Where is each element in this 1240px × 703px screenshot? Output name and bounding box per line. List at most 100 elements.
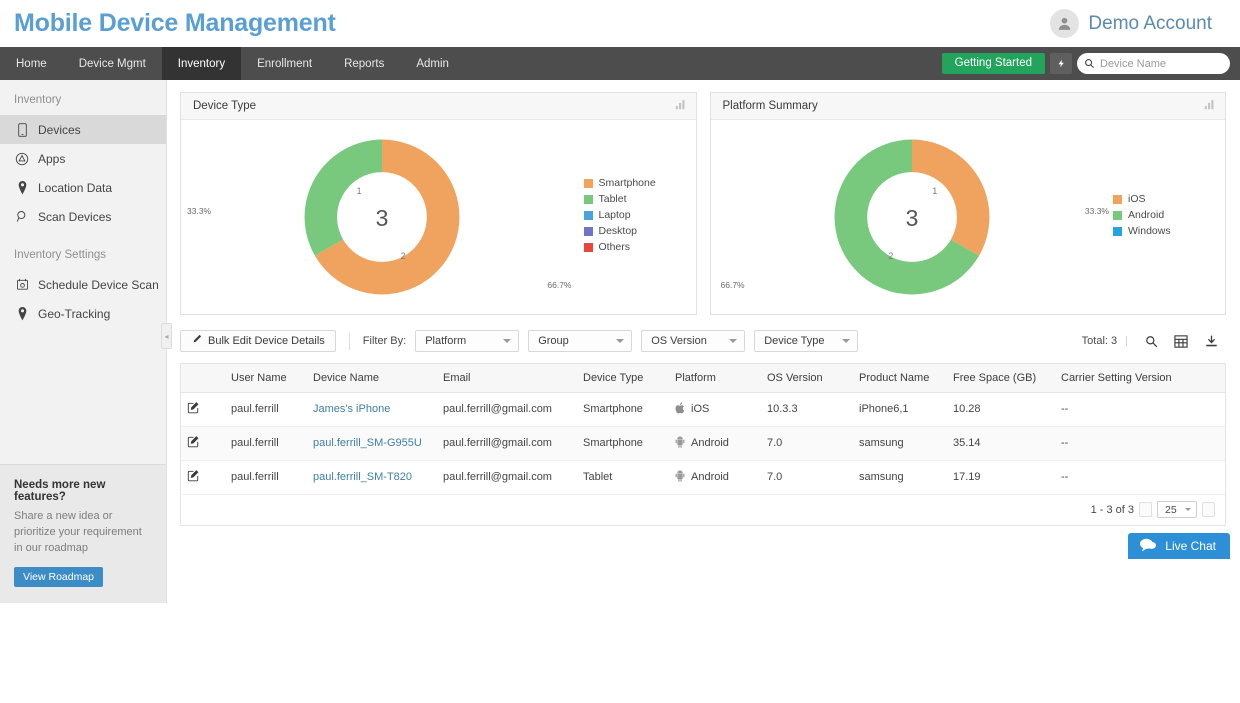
calendar-clock-icon: [15, 278, 29, 291]
sidebar-item-label: Apps: [38, 152, 65, 166]
view-roadmap-button[interactable]: View Roadmap: [14, 567, 103, 587]
bar-chart-icon[interactable]: [675, 97, 686, 115]
svg-text:3: 3: [376, 205, 389, 231]
sidebar-item-schedule-device-scan[interactable]: Schedule Device Scan: [0, 270, 166, 299]
sidebar-item-geo-tracking[interactable]: Geo-Tracking: [0, 299, 166, 328]
panel-title: Platform Summary: [723, 100, 818, 112]
th-user-name[interactable]: User Name: [225, 364, 307, 392]
search-icon[interactable]: [1136, 335, 1166, 348]
page-size-select[interactable]: 25: [1157, 501, 1197, 518]
th-device-type[interactable]: Device Type: [577, 364, 669, 392]
nav-item-admin[interactable]: Admin: [400, 47, 465, 80]
live-chat-button[interactable]: Live Chat: [1128, 533, 1230, 559]
table-row[interactable]: paul.ferrill paul.ferrill_SM-T820 paul.f…: [181, 460, 1225, 494]
cell-product-name: iPhone6,1: [853, 392, 947, 426]
filter-platform-value: Platform: [425, 335, 466, 347]
sidebar-item-scan-devices[interactable]: Scan Devices: [0, 202, 166, 231]
table-header-row: User Name Device Name Email Device Type …: [181, 364, 1225, 392]
prev-page-icon[interactable]: [1139, 502, 1152, 517]
getting-started-button[interactable]: Getting Started: [942, 53, 1045, 74]
sidebar-item-location-data[interactable]: Location Data: [0, 173, 166, 202]
apple-icon: [675, 402, 685, 417]
th-os-version[interactable]: OS Version: [761, 364, 853, 392]
edit-row-icon[interactable]: [187, 401, 200, 414]
filter-platform-select[interactable]: Platform: [415, 330, 519, 352]
nav-item-reports[interactable]: Reports: [328, 47, 400, 80]
platform-summary-panel-header: Platform Summary: [711, 93, 1226, 120]
legend-label: Desktop: [599, 225, 638, 237]
chevron-down-icon: [616, 339, 624, 343]
chevron-down-icon: [729, 339, 737, 343]
legend-label: Android: [1128, 209, 1164, 221]
sidebar-spacer: [0, 328, 166, 464]
legend-item[interactable]: Windows: [1113, 225, 1219, 237]
legend-label: Tablet: [599, 193, 627, 205]
cell-os-version: 10.3.3: [761, 392, 853, 426]
sidebar-item-apps[interactable]: Apps: [0, 144, 166, 173]
legend-item[interactable]: Tablet: [584, 193, 690, 205]
th-free-space[interactable]: Free Space (GB): [947, 364, 1055, 392]
filter-device-type-value: Device Type: [764, 335, 824, 347]
svg-text:2: 2: [888, 251, 893, 261]
search-input[interactable]: [1100, 58, 1222, 70]
svg-text:2: 2: [401, 251, 406, 261]
th-email[interactable]: Email: [437, 364, 577, 392]
legend-swatch: [584, 227, 593, 236]
bulk-edit-device-details-button[interactable]: Bulk Edit Device Details: [180, 330, 336, 352]
legend-item[interactable]: Smartphone: [584, 177, 690, 189]
filter-group-select[interactable]: Group: [528, 330, 632, 352]
cell-device-name[interactable]: paul.ferrill_SM-G955U: [307, 426, 437, 460]
edit-row-icon[interactable]: [187, 435, 200, 448]
android-icon: [675, 470, 685, 485]
cell-device-name[interactable]: paul.ferrill_SM-T820: [307, 460, 437, 494]
cell-product-name: samsung: [853, 460, 947, 494]
legend-swatch: [584, 211, 593, 220]
cell-device-type: Smartphone: [577, 426, 669, 460]
filter-os-version-select[interactable]: OS Version: [641, 330, 745, 352]
table-row[interactable]: paul.ferrill James's iPhone paul.ferrill…: [181, 392, 1225, 426]
th-device-name[interactable]: Device Name: [307, 364, 437, 392]
pencil-icon: [191, 334, 202, 348]
chevron-down-icon: [1185, 508, 1191, 511]
lightning-bolt-icon[interactable]: [1050, 53, 1072, 74]
th-carrier-setting-version[interactable]: Carrier Setting Version: [1055, 364, 1225, 392]
legend-label: Windows: [1128, 225, 1171, 237]
cell-user-name: paul.ferrill: [225, 426, 307, 460]
next-page-icon[interactable]: [1202, 502, 1215, 517]
platform-summary-panel: Platform Summary: [710, 92, 1227, 315]
promo-text: Share a new idea or prioritize your requ…: [14, 509, 152, 557]
sidebar-section-inventory-title: Inventory: [0, 80, 166, 115]
legend-item[interactable]: Others: [584, 241, 690, 253]
legend-item[interactable]: iOS: [1113, 193, 1219, 205]
sidebar-item-label: Scan Devices: [38, 210, 111, 224]
nav-item-enrollment[interactable]: Enrollment: [241, 47, 328, 80]
table-row[interactable]: paul.ferrill paul.ferrill_SM-G955U paul.…: [181, 426, 1225, 460]
legend-item[interactable]: Laptop: [584, 209, 690, 221]
chevron-down-icon: [503, 339, 511, 343]
legend-item[interactable]: Desktop: [584, 225, 690, 237]
sidebar-item-devices[interactable]: Devices: [0, 115, 166, 144]
panel-title: Device Type: [193, 100, 256, 112]
grid-columns-icon[interactable]: [1166, 335, 1196, 348]
sidebar: Inventory Devices Apps: [0, 80, 167, 603]
th-platform[interactable]: Platform: [669, 364, 761, 392]
collapse-left-icon[interactable]: ◂: [161, 323, 172, 349]
account-menu[interactable]: Demo Account: [1050, 9, 1212, 38]
nav-item-inventory[interactable]: Inventory: [162, 47, 241, 80]
row-edit-cell: [181, 392, 225, 426]
nav-item-device-mgmt[interactable]: Device Mgmt: [63, 47, 162, 80]
bar-chart-icon[interactable]: [1204, 97, 1215, 115]
device-type-panel-header: Device Type: [181, 93, 696, 120]
device-search-box[interactable]: [1077, 53, 1230, 74]
cell-platform: Android: [669, 426, 761, 460]
nav-item-home[interactable]: Home: [0, 47, 63, 80]
apps-circle-icon: [15, 152, 29, 166]
edit-row-icon[interactable]: [187, 469, 200, 482]
th-product-name[interactable]: Product Name: [853, 364, 947, 392]
filter-device-type-select[interactable]: Device Type: [754, 330, 858, 352]
sidebar-item-label: Devices: [38, 123, 81, 137]
legend-item[interactable]: Android: [1113, 209, 1219, 221]
cell-device-name[interactable]: James's iPhone: [307, 392, 437, 426]
download-icon[interactable]: [1196, 335, 1226, 348]
platform-summary-legend: iOS Android Windows: [1113, 193, 1225, 241]
